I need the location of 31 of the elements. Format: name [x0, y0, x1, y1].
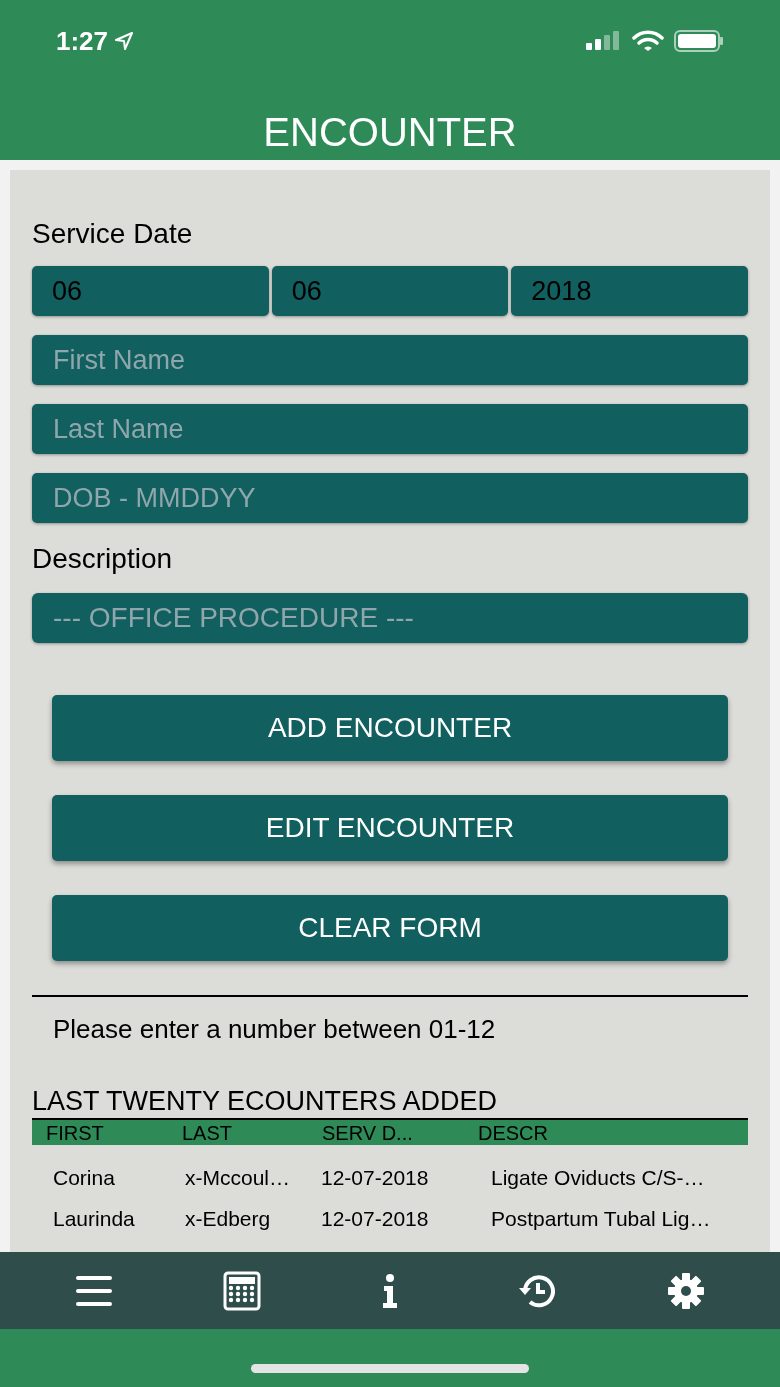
table-cell-text: 12-07-2018 — [321, 1206, 430, 1232]
date-field[interactable]: 06 — [271, 266, 509, 316]
input-field[interactable]: DOB - MMDDYY — [32, 473, 748, 523]
action-button[interactable]: CLEAR FORM — [52, 895, 728, 961]
location-arrow-icon — [114, 31, 135, 51]
field-label: Service Date — [32, 220, 194, 248]
table-cell-text: Corina — [53, 1165, 116, 1191]
signal-icon — [586, 31, 622, 51]
action-button[interactable]: EDIT ENCOUNTER — [52, 795, 728, 861]
status-time: 1:27 — [56, 24, 109, 58]
wifi-icon — [632, 30, 664, 52]
calculator-icon — [222, 1270, 262, 1311]
table-title: LAST TWENTY ECOUNTERS ADDED — [32, 1088, 499, 1115]
table-header: FIRST LAST SERV D... DESCR — [32, 1120, 748, 1145]
validation-message: Please enter a number between 01-12 — [52, 1016, 497, 1042]
table-cell-text: x-Edberg — [185, 1206, 272, 1232]
input-field[interactable]: Last Name — [32, 404, 748, 454]
table-cell-text: x-Mccoul… — [185, 1165, 291, 1191]
screen-title: ENCOUNTER — [263, 112, 517, 152]
table-cell-text: Postpartum Tubal Lig… — [491, 1206, 712, 1232]
field-label: Description — [32, 545, 174, 573]
settings-icon — [666, 1270, 706, 1311]
description-dropdown[interactable]: --- OFFICE PROCEDURE --- — [32, 593, 748, 643]
date-field[interactable]: 06 — [32, 266, 269, 316]
table-cell-text: 12-07-2018 — [321, 1165, 430, 1191]
action-button[interactable]: ADD ENCOUNTER — [52, 695, 728, 761]
battery-icon — [674, 30, 724, 52]
table-cell-text: Ligate Oviducts C/S-… — [491, 1165, 706, 1191]
input-field[interactable]: First Name — [32, 335, 748, 385]
table-cell-text: Laurinda — [53, 1206, 136, 1232]
date-field[interactable]: 2018 — [511, 266, 748, 316]
